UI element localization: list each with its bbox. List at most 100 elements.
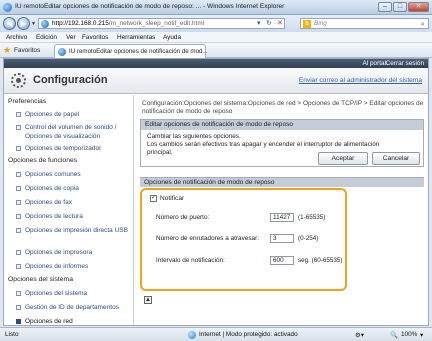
sidebar-item-label: Opciones del sistema bbox=[25, 290, 88, 297]
sidebar-item-label: Opciones comunes bbox=[25, 171, 81, 178]
hops-label: Número de enrutadores a atravesar: bbox=[156, 235, 260, 242]
sidebar-item-label: Opciones de red bbox=[25, 318, 73, 325]
port-label: Número de puerto: bbox=[156, 214, 210, 221]
sidebar-item-label: Opciones de impresora bbox=[25, 249, 93, 256]
page-title: Configuración bbox=[33, 74, 108, 86]
browser-tab[interactable]: IU remotoEditar opciones de notificación… bbox=[54, 44, 208, 58]
close-button[interactable]: ✕ bbox=[408, 2, 429, 12]
security-zone[interactable]: Internet | Modo protegido: activado bbox=[199, 331, 298, 338]
menu-herramientas[interactable]: Herramientas bbox=[117, 34, 155, 41]
bing-icon: b bbox=[303, 20, 311, 28]
menu-bar: Archivo Edición Ver Favoritos Herramient… bbox=[0, 32, 432, 43]
notification-options-heading: Opciones de notificación de modo de repo… bbox=[140, 177, 424, 187]
bullet-icon bbox=[16, 214, 21, 219]
bullet-icon bbox=[16, 172, 21, 177]
bullet-icon bbox=[16, 291, 21, 296]
search-input[interactable]: b Bing ⌕ bbox=[300, 18, 429, 29]
accept-button[interactable]: Aceptar bbox=[318, 152, 368, 165]
bullet-icon bbox=[16, 264, 21, 269]
cancel-button[interactable]: Cancelar bbox=[372, 152, 420, 165]
refresh-icon[interactable]: ↻ bbox=[266, 19, 272, 27]
interval-input[interactable]: 600 bbox=[270, 256, 294, 265]
portal-link[interactable]: Al portal bbox=[363, 60, 386, 67]
hops-input[interactable]: 3 bbox=[270, 234, 294, 243]
portal-strip: Al portal Cerrar sesión bbox=[4, 59, 428, 68]
sidebar-section-preferencias: Preferencias bbox=[8, 98, 47, 105]
interval-range: seg. (60-65535) bbox=[298, 257, 343, 264]
bullet-icon bbox=[16, 250, 21, 255]
window-titlebar: IU remotoEditar opciones de notificación… bbox=[0, 0, 432, 15]
bullet-icon bbox=[16, 200, 21, 205]
breadcrumb: Configuración:Opciones del sistema:Opcio… bbox=[142, 100, 424, 115]
status-text: Listo bbox=[5, 331, 19, 338]
sidebar: Preferencias Opciones de papel Control d… bbox=[4, 95, 134, 325]
edit-options-box: Editar opciones de notificación de modo … bbox=[140, 119, 424, 167]
page-header: Configuración Enviar correo al administr… bbox=[4, 68, 428, 94]
search-engine-label: Bing bbox=[314, 20, 327, 27]
sidebar-section-funciones: Opciones de funciones bbox=[8, 157, 78, 164]
sidebar-item-label: Opciones de temporizador bbox=[25, 145, 102, 152]
favorites-button[interactable]: Favoritos bbox=[14, 47, 40, 54]
menu-edicion[interactable]: Edición bbox=[36, 34, 57, 41]
menu-ayuda[interactable]: Ayuda bbox=[163, 34, 181, 41]
menu-ver[interactable]: Ver bbox=[66, 34, 76, 41]
instruction-line-3: principal. bbox=[147, 149, 173, 156]
instruction-line-2: Los cambios serán efectivos tras apagar … bbox=[147, 141, 380, 148]
sidebar-item-label: Opciones de fax bbox=[25, 199, 72, 206]
url-path: /m_network_sleep_notif_edit.html bbox=[108, 20, 205, 27]
port-input[interactable]: 11427 bbox=[270, 213, 294, 222]
compat-icon[interactable]: ▾ bbox=[257, 19, 261, 27]
ie-icon bbox=[3, 3, 12, 12]
address-input[interactable]: http://192.168.0.215/m_network_sleep_not… bbox=[38, 18, 285, 29]
protected-mode-icon[interactable]: ⚙▾ bbox=[355, 331, 364, 339]
sidebar-item-label: Gestión de ID de departamentos bbox=[25, 304, 119, 311]
bullet-active-icon bbox=[16, 319, 21, 324]
back-button[interactable]: ◀ bbox=[3, 17, 16, 30]
maximize-button[interactable]: □ bbox=[393, 2, 407, 12]
notify-checkbox[interactable]: ✓ bbox=[150, 195, 157, 202]
scroll-top-icon[interactable]: ▲ bbox=[144, 296, 152, 304]
zoom-level[interactable]: 100% bbox=[401, 331, 417, 338]
port-range: (1-65535) bbox=[298, 214, 326, 221]
bullet-icon bbox=[16, 146, 21, 151]
page-icon bbox=[41, 20, 49, 28]
sidebar-item-label: Opciones de papel bbox=[25, 111, 80, 118]
bullet-icon bbox=[16, 228, 21, 233]
sidebar-item-label: Opciones de informes bbox=[25, 263, 89, 270]
bullet-icon bbox=[16, 125, 21, 130]
page-content: Al portal Cerrar sesión Configuración En… bbox=[3, 58, 429, 326]
sidebar-item-label: Opciones de copia bbox=[25, 185, 79, 192]
search-icon[interactable]: ⌕ bbox=[421, 19, 425, 29]
mail-admin-link[interactable]: Enviar correo al administrador del siste… bbox=[299, 77, 422, 84]
notification-options-panel: ✓ Notificar Número de puerto: 11427 (1-6… bbox=[140, 188, 347, 291]
zoom-icon: 🔍 bbox=[390, 332, 398, 339]
tab-title: IU remotoEditar opciones de notificación… bbox=[69, 48, 208, 55]
address-toolbar: ◀ ▶ ▼ http://192.168.0.215/m_network_sle… bbox=[0, 15, 432, 32]
sidebar-item-label: Control del volumen de sonido / Opciones… bbox=[25, 124, 117, 140]
logout-link[interactable]: Cerrar sesión bbox=[386, 60, 424, 67]
minimize-button[interactable]: – bbox=[378, 2, 392, 12]
url-host: http://192.168.0.215 bbox=[52, 20, 109, 27]
sidebar-item-label: Opciones de impresión directa USB bbox=[25, 227, 128, 234]
bullet-icon bbox=[16, 305, 21, 310]
favorites-bar: ★ Favoritos IU remotoEditar opciones de … bbox=[0, 43, 432, 58]
zoom-dropdown-icon[interactable]: ▾ bbox=[420, 331, 423, 339]
favorites-star-icon[interactable]: ★ bbox=[3, 45, 11, 56]
sidebar-section-sistema: Opciones del sistema bbox=[8, 276, 73, 283]
forward-button[interactable]: ▶ bbox=[17, 17, 30, 30]
internet-zone-icon bbox=[188, 331, 196, 339]
bullet-icon bbox=[16, 186, 21, 191]
window-title: IU remotoEditar opciones de notificación… bbox=[15, 3, 285, 10]
sidebar-item-label: Opciones de lectura bbox=[25, 213, 83, 220]
menu-archivo[interactable]: Archivo bbox=[6, 34, 27, 41]
hops-range: (0-254) bbox=[298, 235, 319, 242]
status-bar: Listo Internet | Modo protegido: activad… bbox=[0, 327, 432, 341]
instruction-line-1: Cambiar las siguientes opciones. bbox=[147, 133, 241, 140]
menu-favoritos[interactable]: Favoritos bbox=[82, 34, 108, 41]
main-panel: Configuración:Opciones del sistema:Opcio… bbox=[135, 95, 428, 325]
history-dropdown-icon[interactable]: ▼ bbox=[31, 21, 36, 27]
notify-label: Notificar bbox=[160, 195, 185, 202]
bullet-icon bbox=[16, 112, 21, 117]
tab-page-icon bbox=[58, 48, 66, 56]
stop-icon[interactable]: ✕ bbox=[277, 19, 283, 27]
